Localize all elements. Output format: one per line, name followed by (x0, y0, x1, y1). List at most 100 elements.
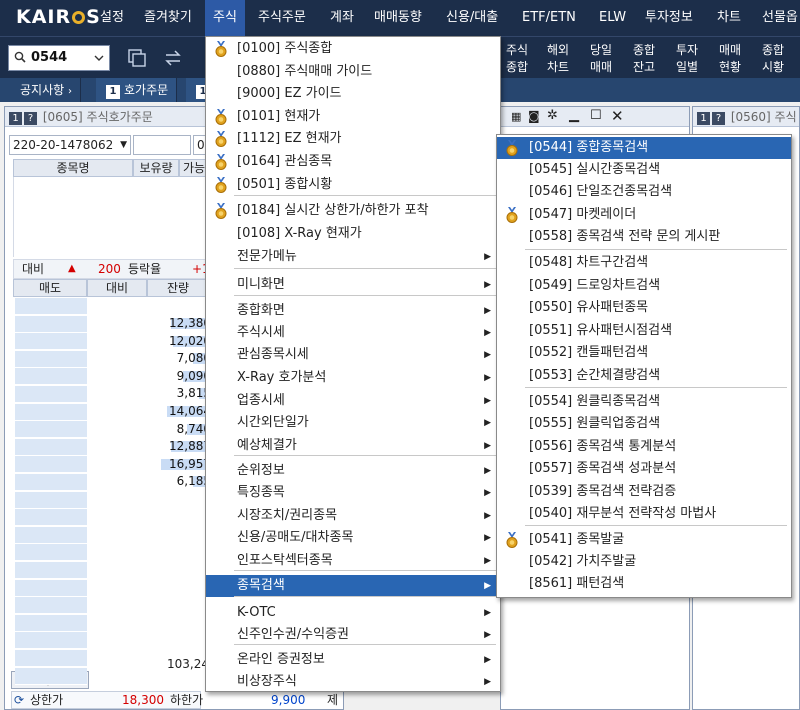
menu-favorites[interactable]: 즐겨찾기 (144, 0, 192, 36)
submenu-item-0555-원클릭업종검색[interactable]: [0555] 원클릭업종검색 (497, 413, 791, 435)
submenu-item-0545-실시간종목검색[interactable]: [0545] 실시간종목검색 (497, 159, 791, 181)
account-select[interactable]: 220-20-1478062 ▼ (9, 135, 131, 155)
menu-item-비상장주식[interactable]: 비상장주식 ▶ (206, 671, 500, 693)
submenu-item-0552-캔들패턴검색[interactable]: [0552] 캔들패턴검색 (497, 342, 791, 364)
menu-item-관심종목시세[interactable]: 관심종목시세 ▶ (206, 344, 500, 366)
menu-item-1112-ez-현재가[interactable]: [1112] EZ 현재가 (206, 128, 500, 150)
ask-price-cell[interactable] (15, 614, 87, 632)
ask-price-cell[interactable] (15, 491, 87, 509)
menu-item-0100-주식종합[interactable]: [0100] 주식종합 (206, 38, 500, 60)
toolbar-total-balance-button[interactable]: 종합 잔고 (625, 39, 663, 77)
menu-item-종합화면[interactable]: 종합화면 ▶ (206, 300, 500, 322)
menu-stock[interactable]: 주식 (205, 0, 245, 36)
submenu-item-0557-종목검색-성과분석[interactable]: [0557] 종목검색 성과분석 (497, 458, 791, 480)
ask-price-cell[interactable] (15, 597, 87, 615)
submenu-item-0544-종합종목검색[interactable]: [0544] 종합종목검색 (497, 137, 791, 159)
menu-item-0108-x-ray-현재가[interactable]: [0108] X-Ray 현재가 (206, 223, 500, 245)
menu-account[interactable]: 계좌 (330, 0, 354, 36)
menu-item-인포스탁섹터종목[interactable]: 인포스탁섹터종목 ▶ (206, 550, 500, 572)
refresh-icon[interactable]: ⟳ (14, 691, 24, 709)
tab-notice[interactable]: 공지사항 › (10, 78, 81, 102)
camera-icon[interactable]: ◙ (528, 109, 540, 123)
menu-item-종목검색[interactable]: 종목검색 ▶ (206, 575, 500, 597)
windows-icon[interactable]: ▦ (511, 110, 521, 123)
copy-window-icon[interactable] (126, 47, 148, 69)
menu-item-시간외단일가[interactable]: 시간외단일가 ▶ (206, 412, 500, 434)
menu-investment-info[interactable]: 투자정보 (645, 0, 693, 36)
menu-chart[interactable]: 차트 (717, 0, 741, 36)
chevron-down-icon[interactable]: ▼ (120, 136, 127, 154)
ask-price-cell[interactable] (15, 544, 87, 562)
gear-icon[interactable]: ✲ (547, 108, 558, 123)
ask-price-cell[interactable] (15, 438, 87, 456)
submenu-item-0550-유사패턴종목[interactable]: [0550] 유사패턴종목 (497, 297, 791, 319)
menu-item-업종시세[interactable]: 업종시세 ▶ (206, 390, 500, 412)
menu-etf-etn[interactable]: ETF/ETN (522, 0, 576, 36)
submenu-item-0551-유사패턴시점검색[interactable]: [0551] 유사패턴시점검색 (497, 320, 791, 342)
toolbar-stock-summary-button[interactable]: 주식 종합 (498, 39, 536, 77)
stock-code-combo[interactable]: 0544 (8, 45, 110, 71)
submenu-item-0554-원클릭종목검색[interactable]: [0554] 원클릭종목검색 (497, 391, 791, 413)
ask-price-cell[interactable] (15, 509, 87, 527)
submenu-item-0549-드로잉차트검색[interactable]: [0549] 드로잉차트검색 (497, 275, 791, 297)
ask-price-cell[interactable] (15, 456, 87, 474)
ask-price-cell[interactable] (15, 526, 87, 544)
link-arrows-icon[interactable] (162, 47, 184, 69)
menu-item-온라인-증권정보[interactable]: 온라인 증권정보 ▶ (206, 649, 500, 671)
tab-order-book[interactable]: 1 호가주문 (96, 78, 178, 102)
ask-price-cell[interactable] (15, 386, 87, 403)
menu-item-0880-주식매매-가이드[interactable]: [0880] 주식매매 가이드 (206, 61, 500, 83)
ask-price-cell[interactable] (15, 298, 87, 315)
menu-elw[interactable]: ELW (599, 0, 626, 36)
menu-settings[interactable]: 설정 (100, 0, 124, 36)
chevron-down-icon[interactable] (93, 52, 105, 64)
submenu-item-0540-재무분석-전략작성-마법사[interactable]: [0540] 재무분석 전략작성 마법사 (497, 503, 791, 525)
menu-stock-order[interactable]: 주식주문 (258, 0, 306, 36)
menu-item-x-ray-호가분석[interactable]: X-Ray 호가분석 ▶ (206, 367, 500, 389)
menu-item-순위정보[interactable]: 순위정보 ▶ (206, 460, 500, 482)
menu-item-0501-종합시황[interactable]: [0501] 종합시황 (206, 174, 500, 196)
close-icon[interactable]: ✕ (611, 107, 624, 125)
submenu-item-0541-종목발굴[interactable]: [0541] 종목발굴 (497, 529, 791, 551)
submenu-item-0558-종목검색-전략-문의-게시판[interactable]: [0558] 종목검색 전략 문의 게시판 (497, 226, 791, 248)
menu-item-9000-ez-가이드[interactable]: [9000] EZ 가이드 (206, 83, 500, 105)
submenu-item-0548-차트구간검색[interactable]: [0548] 차트구간검색 (497, 252, 791, 274)
submenu-item-8561-패턴검색[interactable]: [8561] 패턴검색 (497, 573, 791, 595)
menu-item-주식시세[interactable]: 주식시세 ▶ (206, 322, 500, 344)
menu-trading-trend[interactable]: 매매동향 (374, 0, 422, 36)
minimize-icon[interactable]: ▁ (569, 108, 579, 123)
menu-item-예상체결가[interactable]: 예상체결가 ▶ (206, 435, 500, 457)
menu-item-신주인수권-수익증권[interactable]: 신주인수권/수익증권 ▶ (206, 624, 500, 646)
ask-price-cell[interactable] (15, 562, 87, 579)
menu-credit-loan[interactable]: 신용/대출 (446, 0, 498, 36)
submenu-item-0553-순간체결량검색[interactable]: [0553] 순간체결량검색 (497, 365, 791, 387)
toolbar-today-trading-button[interactable]: 당일 매매 (582, 39, 620, 77)
toolbar-trading-status-button[interactable]: 매매 현황 (711, 39, 749, 77)
menu-futures-options[interactable]: 선물옵 (762, 0, 798, 36)
ask-price-cell[interactable] (15, 368, 87, 386)
toolbar-investment-daily-button[interactable]: 투자 일별 (668, 39, 706, 77)
menu-item-미니화면[interactable]: 미니화면 ▶ (206, 274, 500, 296)
submenu-item-0539-종목검색-전략검증[interactable]: [0539] 종목검색 전략검증 (497, 481, 791, 503)
submenu-item-0556-종목검색-통계분석[interactable]: [0556] 종목검색 통계분석 (497, 436, 791, 458)
menu-item-0184-실시간-상한가-하한가-포착[interactable]: [0184] 실시간 상한가/하한가 포착 (206, 200, 500, 222)
submenu-item-0542-가치주발굴[interactable]: [0542] 가치주발굴 (497, 551, 791, 573)
maximize-icon[interactable]: ☐ (590, 108, 602, 123)
ask-price-cell[interactable] (15, 650, 87, 667)
submenu-item-0547-마켓레이더[interactable]: [0547] 마켓레이더 (497, 204, 791, 226)
ask-price-cell[interactable] (15, 350, 87, 368)
submenu-item-0546-단일조건종목검색[interactable]: [0546] 단일조건종목검색 (497, 181, 791, 203)
ask-price-cell[interactable] (15, 333, 87, 351)
menu-item-k-otc[interactable]: K-OTC ▶ (206, 602, 500, 624)
password-field[interactable] (133, 135, 191, 155)
holdings-list[interactable] (13, 177, 209, 257)
ask-price-cell[interactable] (15, 667, 87, 685)
menu-item-시장조치-권리종목[interactable]: 시장조치/권리종목 ▶ (206, 505, 500, 527)
ask-price-cell[interactable] (15, 474, 87, 491)
ask-price-cell[interactable] (15, 421, 87, 439)
toolbar-market-summary-button[interactable]: 종합 시황 (754, 39, 792, 77)
menu-item-전문가메뉴[interactable]: 전문가메뉴 ▶ (206, 246, 500, 268)
ask-price-cell[interactable] (15, 403, 87, 421)
ask-price-cell[interactable] (15, 632, 87, 650)
menu-item-0164-관심종목[interactable]: [0164] 관심종목 (206, 151, 500, 173)
